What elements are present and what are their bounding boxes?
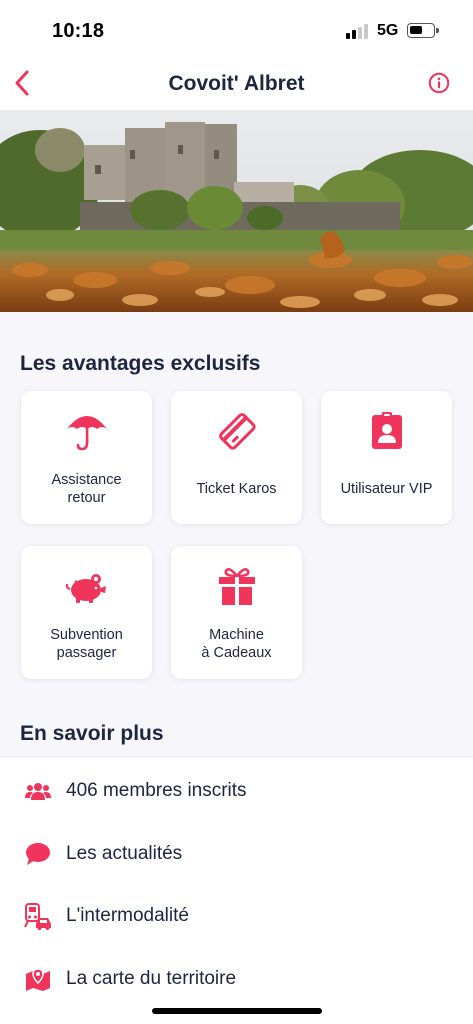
learn-more-list: 406 membres inscrits Les actualités L'in…: [0, 756, 473, 1024]
hero-image: [0, 110, 473, 312]
list-item-label: Les actualités: [66, 843, 183, 864]
advantage-card-gift-machine[interactable]: Machine à Cadeaux: [171, 546, 302, 679]
list-item-label: L'intermodalité: [66, 905, 189, 926]
umbrella-icon: [66, 416, 107, 451]
map-pin-icon: [26, 968, 50, 991]
page-title: Covoit' Albret: [168, 72, 305, 95]
card-label: Machine à Cadeaux: [201, 627, 272, 661]
card-label: Assistance retour: [51, 472, 122, 506]
chat-bubble-icon: [26, 843, 50, 865]
list-item-label: 406 membres inscrits: [66, 780, 247, 801]
gift-icon: [218, 568, 255, 605]
advantages-section-title: Les avantages exclusifs: [20, 352, 261, 375]
status-bar: 10:18 5G: [0, 0, 473, 58]
navigation-bar: Covoit' Albret: [0, 58, 473, 110]
piggy-bank-icon: [65, 574, 106, 603]
list-item-territory-map[interactable]: La carte du territoire: [0, 947, 473, 1009]
list-item-label: La carte du territoire: [66, 968, 237, 989]
list-item-members[interactable]: 406 membres inscrits: [0, 759, 473, 821]
battery-icon: [407, 23, 439, 38]
advantage-card-ticket[interactable]: Ticket Karos: [171, 391, 302, 524]
signal-icon: [346, 23, 370, 39]
train-car-icon: [24, 903, 51, 930]
list-item-news[interactable]: Les actualités: [0, 822, 473, 884]
card-label: Ticket Karos: [196, 481, 277, 497]
network-label: 5G: [377, 22, 399, 39]
advantage-card-vip[interactable]: Utilisateur VIP: [321, 391, 452, 524]
vip-badge-icon: [371, 412, 402, 449]
status-time: 10:18: [52, 20, 105, 42]
learn-more-section-title: En savoir plus: [20, 722, 164, 745]
info-circle-icon: [428, 72, 450, 94]
info-button[interactable]: [428, 72, 450, 94]
card-label: Subvention passager: [50, 627, 123, 661]
home-indicator: [152, 1008, 322, 1014]
ticket-icon: [218, 413, 256, 450]
users-icon: [25, 783, 51, 800]
card-label: Utilisateur VIP: [340, 481, 433, 497]
list-item-intermodality[interactable]: L'intermodalité: [0, 884, 473, 946]
advantage-card-assistance[interactable]: Assistance retour: [21, 391, 152, 524]
advantage-card-subvention[interactable]: Subvention passager: [21, 546, 152, 679]
